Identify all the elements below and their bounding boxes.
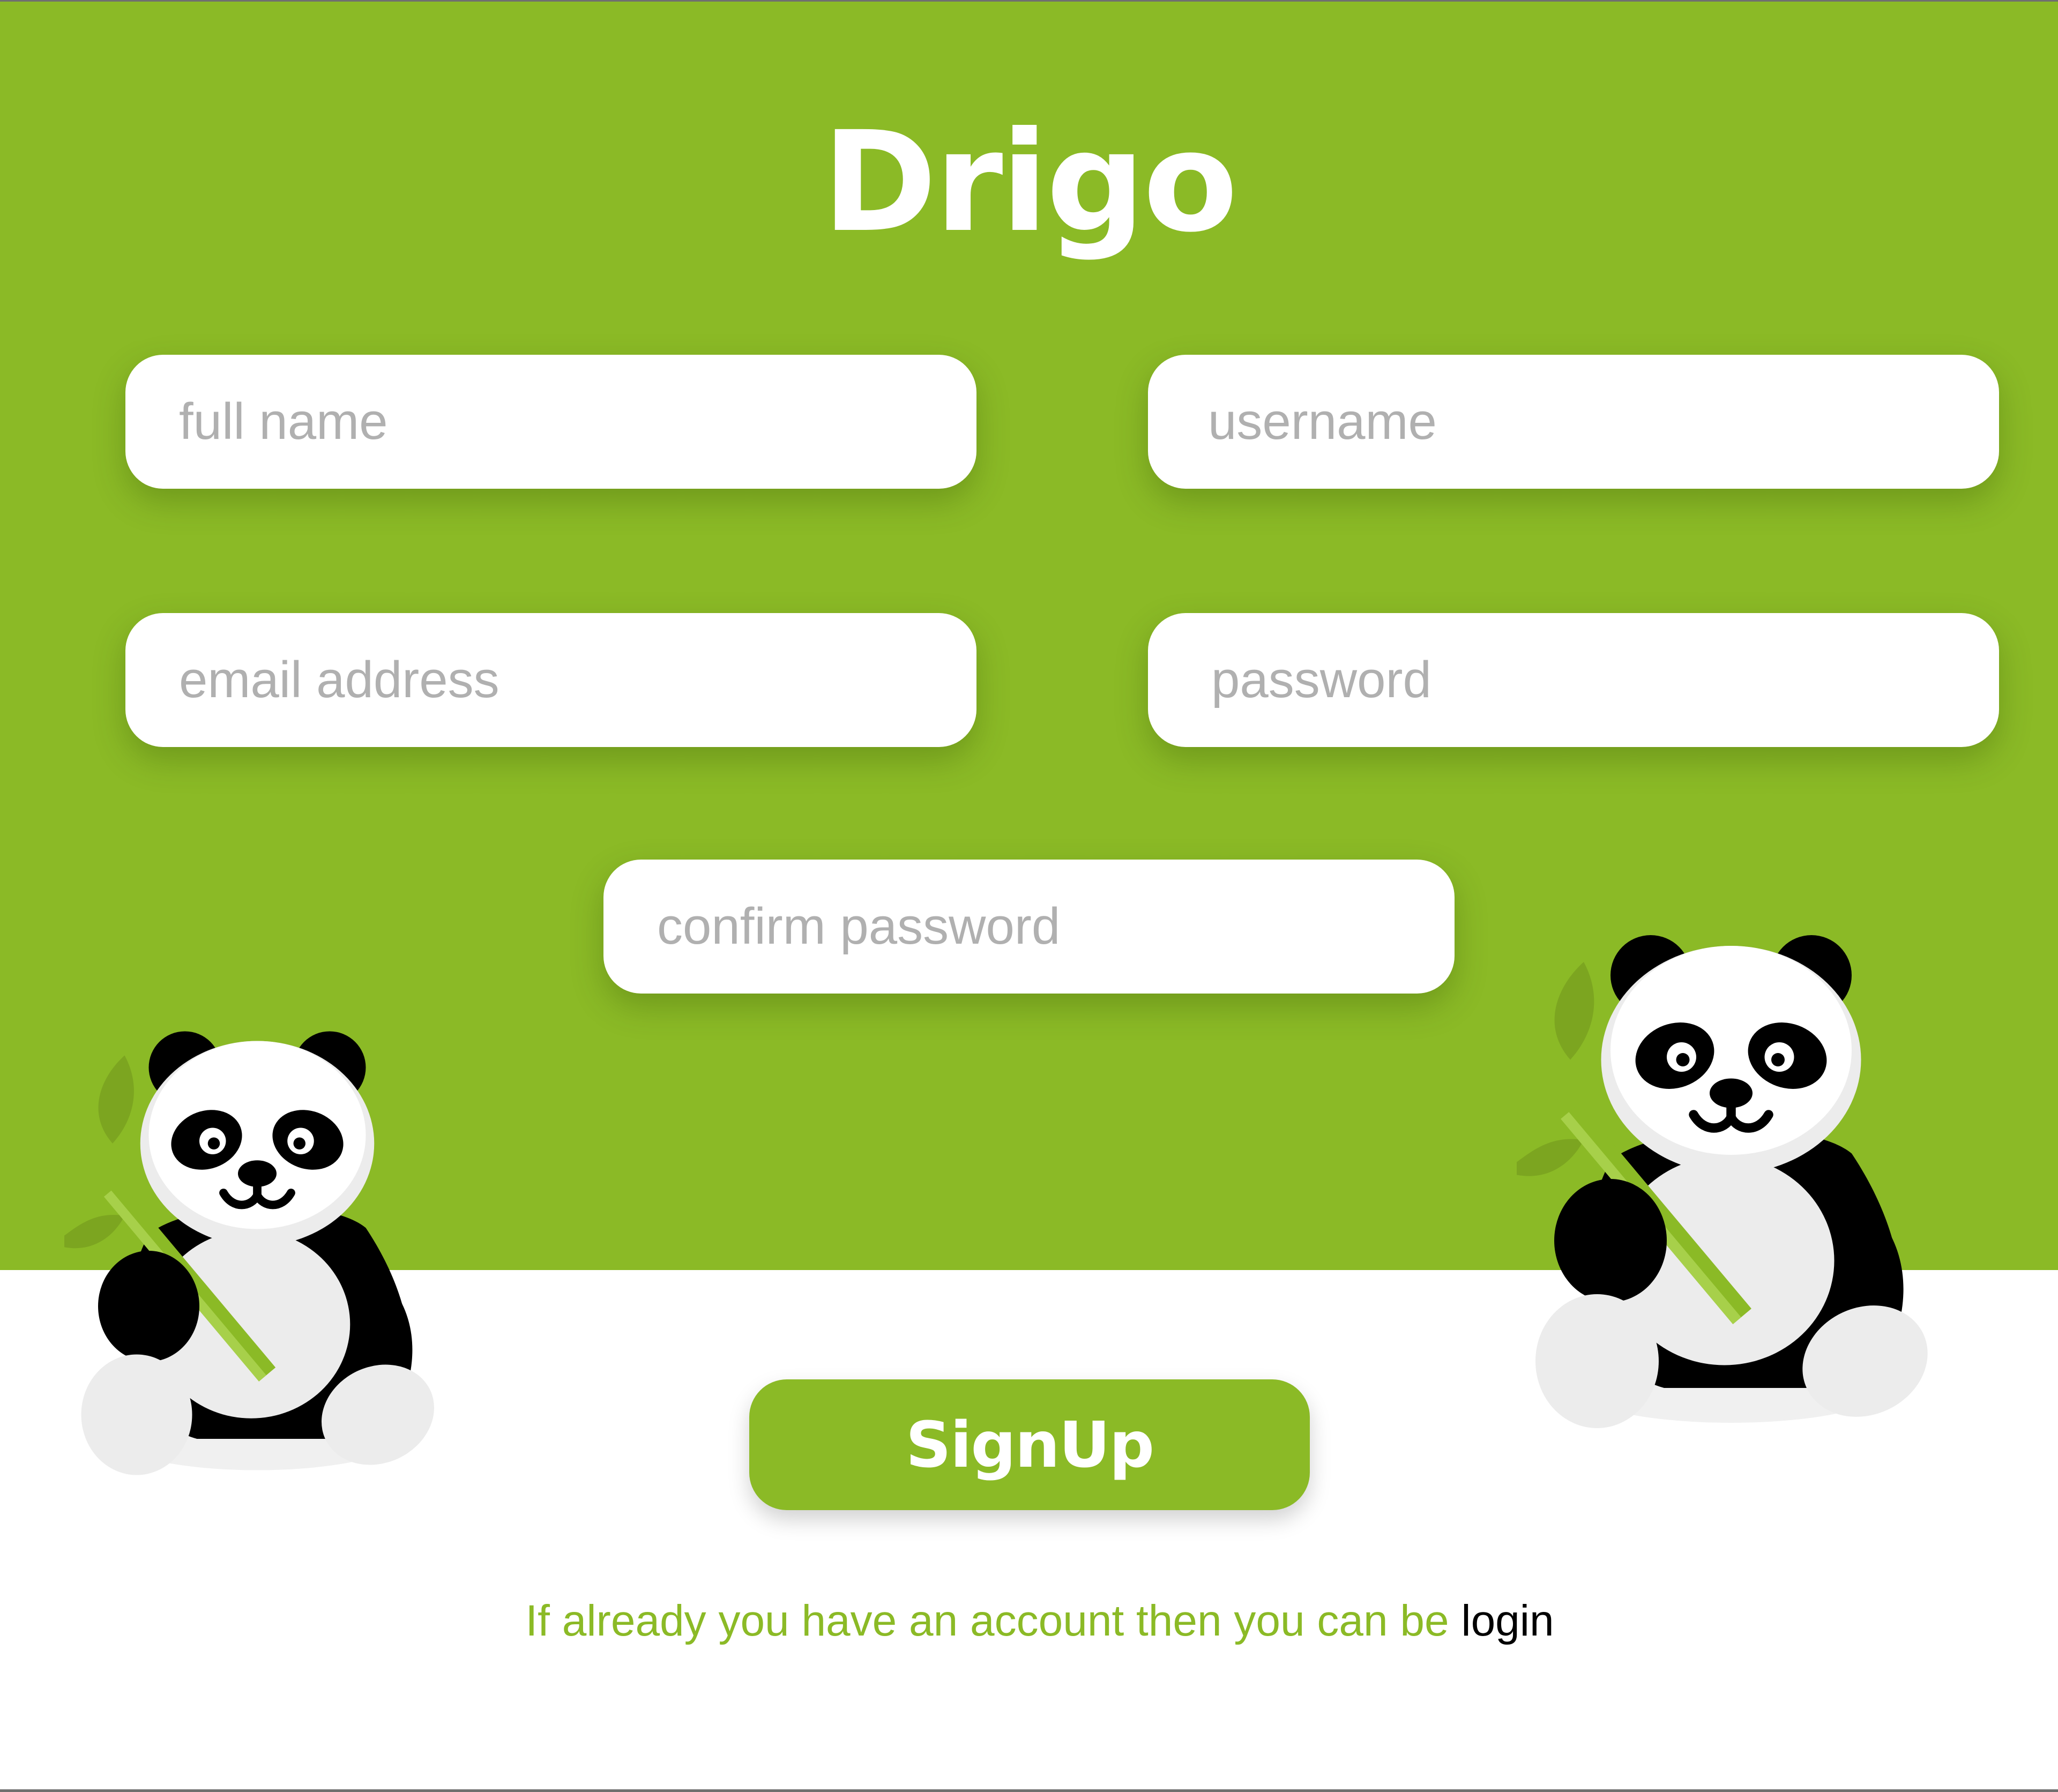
- password-field[interactable]: [1148, 613, 1999, 747]
- login-link[interactable]: login: [1461, 1596, 1554, 1645]
- email-field[interactable]: [125, 613, 976, 747]
- bottom-divider: [0, 1789, 2058, 1792]
- top-divider: [0, 0, 2058, 2]
- signup-page: Drigo full name username email address S…: [0, 0, 2058, 1792]
- panda-with-bamboo-icon: [64, 1031, 435, 1475]
- panda-with-bamboo-icon: [1517, 935, 1928, 1428]
- login-prompt-text: If already you have an account then you …: [525, 1596, 1462, 1645]
- signup-button[interactable]: SignUp: [749, 1379, 1310, 1510]
- username-field[interactable]: [1148, 355, 1999, 489]
- confirm-password-field[interactable]: [603, 860, 1455, 994]
- login-prompt: If already you have an account then you …: [0, 1592, 2058, 1651]
- full-name-field[interactable]: [125, 355, 976, 489]
- brand-logo-text: Drigo: [822, 102, 1238, 263]
